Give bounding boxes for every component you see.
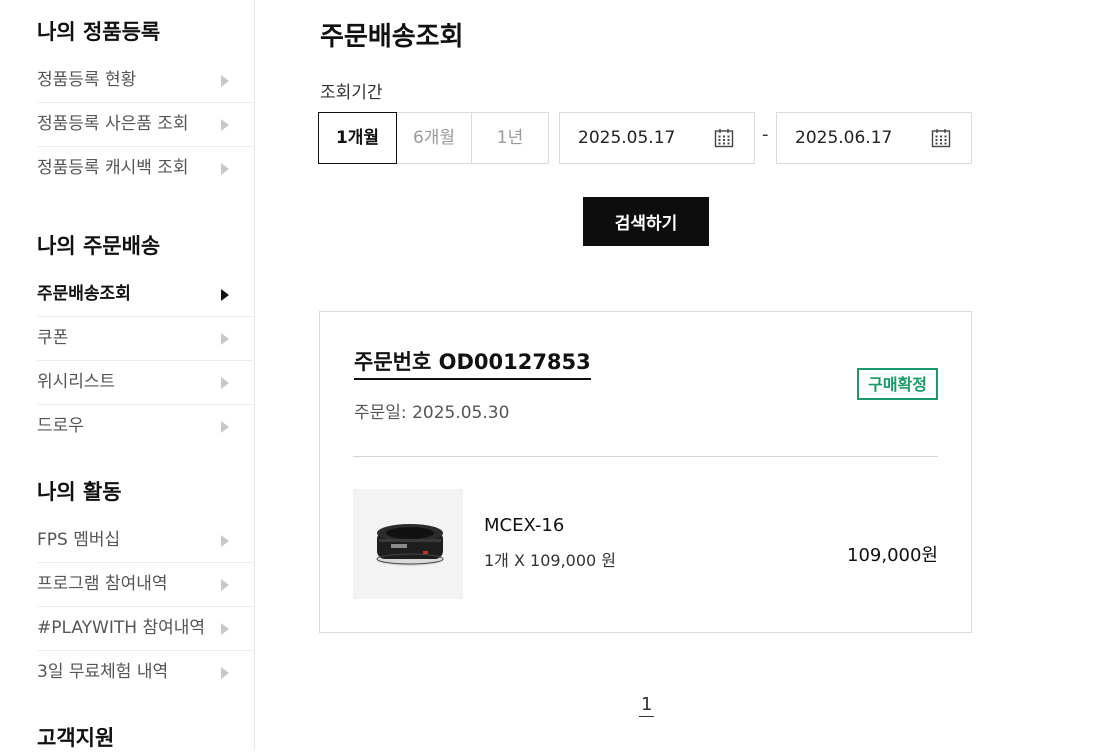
sidebar-item-label: FPS 멤버십: [37, 530, 121, 550]
sidebar-item-label: 정품등록 현황: [37, 70, 137, 90]
sidebar-list: 정품등록 현황 정품등록 사은품 조회 정품등록 캐시백 조회: [37, 59, 255, 190]
date-from-field[interactable]: 2025.05.17: [559, 112, 755, 164]
search-button[interactable]: 검색하기: [583, 197, 709, 246]
order-card: 주문번호 OD00127853 주문일: 2025.05.30 구매확정 MCE…: [319, 311, 972, 633]
sidebar-item-playwith-history[interactable]: #PLAYWITH 참여내역: [37, 607, 255, 651]
sidebar-section-support: 고객지원: [37, 723, 255, 753]
chevron-right-icon: [221, 74, 229, 87]
chevron-right-icon: [221, 578, 229, 591]
chevron-right-icon: [221, 162, 229, 175]
date-to-field[interactable]: 2025.06.17: [776, 112, 972, 164]
sidebar-heading: 나의 활동: [37, 480, 122, 504]
product-quantity: 1개 X 109,000 원: [484, 551, 617, 570]
calendar-icon[interactable]: [931, 128, 951, 148]
chevron-right-icon: [221, 666, 229, 679]
sidebar-section-orders: 나의 주문배송 주문배송조회 쿠폰 위시리스트 드로우: [37, 231, 255, 448]
sidebar-heading: 나의 정품등록: [37, 20, 161, 44]
sidebar-section-registration: 나의 정품등록 정품등록 현황 정품등록 사은품 조회 정품등록 캐시백 조회: [37, 17, 255, 190]
order-number-link[interactable]: 주문번호 OD00127853: [354, 346, 591, 380]
date-to-value: 2025.06.17: [795, 128, 893, 148]
chevron-right-icon: [221, 622, 229, 635]
sidebar-item-registration-gift[interactable]: 정품등록 사은품 조회: [37, 103, 255, 147]
sidebar-item-label: 주문배송조회: [37, 284, 131, 304]
extension-tube-image: [376, 524, 444, 566]
order-number-label: 주문번호: [354, 350, 432, 374]
sidebar-item-label: 프로그램 참여내역: [37, 574, 168, 594]
product-name[interactable]: MCEX-16: [484, 515, 564, 536]
status-badge: 구매확정: [857, 368, 938, 400]
sidebar-item-wishlist[interactable]: 위시리스트: [37, 361, 255, 405]
date-from-value: 2025.05.17: [578, 128, 676, 148]
order-date: 주문일: 2025.05.30: [354, 398, 509, 423]
sidebar-item-coupon[interactable]: 쿠폰: [37, 317, 255, 361]
period-label: 조회기간: [320, 83, 383, 103]
period-6-month-button[interactable]: 6개월: [396, 112, 472, 164]
chevron-right-icon: [221, 534, 229, 547]
sidebar-item-program-history[interactable]: 프로그램 참여내역: [37, 563, 255, 607]
chevron-right-icon: [221, 332, 229, 345]
pagination-page-1[interactable]: 1: [639, 694, 655, 717]
calendar-icon[interactable]: [714, 128, 734, 148]
sidebar-item-draw[interactable]: 드로우: [37, 405, 255, 448]
sidebar-item-label: 정품등록 사은품 조회: [37, 114, 189, 134]
sidebar-item-label: 정품등록 캐시백 조회: [37, 158, 189, 178]
date-separator: -: [762, 124, 769, 145]
product-image[interactable]: [353, 489, 463, 599]
page-title: 주문배송조회: [320, 22, 464, 52]
order-date-value: 2025.05.30: [412, 403, 510, 423]
sidebar-item-label: 위시리스트: [37, 372, 116, 392]
sidebar-heading: 고객지원: [37, 726, 115, 750]
order-number-value: OD00127853: [438, 350, 591, 374]
sidebar-item-label: #PLAYWITH 참여내역: [37, 618, 206, 638]
period-1-month-button[interactable]: 1개월: [318, 112, 397, 164]
sidebar-item-fps-membership[interactable]: FPS 멤버십: [37, 519, 255, 563]
sidebar-section-activity: 나의 활동 FPS 멤버십 프로그램 참여내역 #PLAYWITH 참여내역 3…: [37, 477, 255, 694]
sidebar-item-registration-cashback[interactable]: 정품등록 캐시백 조회: [37, 147, 255, 190]
sidebar-list: 주문배송조회 쿠폰 위시리스트 드로우: [37, 273, 255, 448]
sidebar-item-label: 3일 무료체험 내역: [37, 662, 169, 682]
sidebar-item-label: 드로우: [37, 416, 84, 436]
sidebar-item-registration-status[interactable]: 정품등록 현황: [37, 59, 255, 103]
sidebar-item-label: 쿠폰: [37, 328, 69, 348]
chevron-right-icon: [221, 376, 229, 389]
chevron-right-icon: [221, 420, 229, 433]
sidebar-item-order-tracking[interactable]: 주문배송조회: [37, 273, 255, 317]
sidebar: 나의 정품등록 정품등록 현황 정품등록 사은품 조회 정품등록 캐시백 조회 …: [0, 0, 255, 750]
sidebar-list: FPS 멤버십 프로그램 참여내역 #PLAYWITH 참여내역 3일 무료체험…: [37, 519, 255, 694]
chevron-right-icon: [221, 288, 229, 301]
period-1-year-button[interactable]: 1년: [471, 112, 549, 164]
order-date-label: 주문일:: [354, 403, 407, 423]
chevron-right-icon: [221, 118, 229, 131]
sidebar-heading: 나의 주문배송: [37, 234, 161, 258]
product-price: 109,000원: [847, 545, 938, 566]
divider: [353, 456, 938, 457]
sidebar-item-free-trial-history[interactable]: 3일 무료체험 내역: [37, 651, 255, 694]
